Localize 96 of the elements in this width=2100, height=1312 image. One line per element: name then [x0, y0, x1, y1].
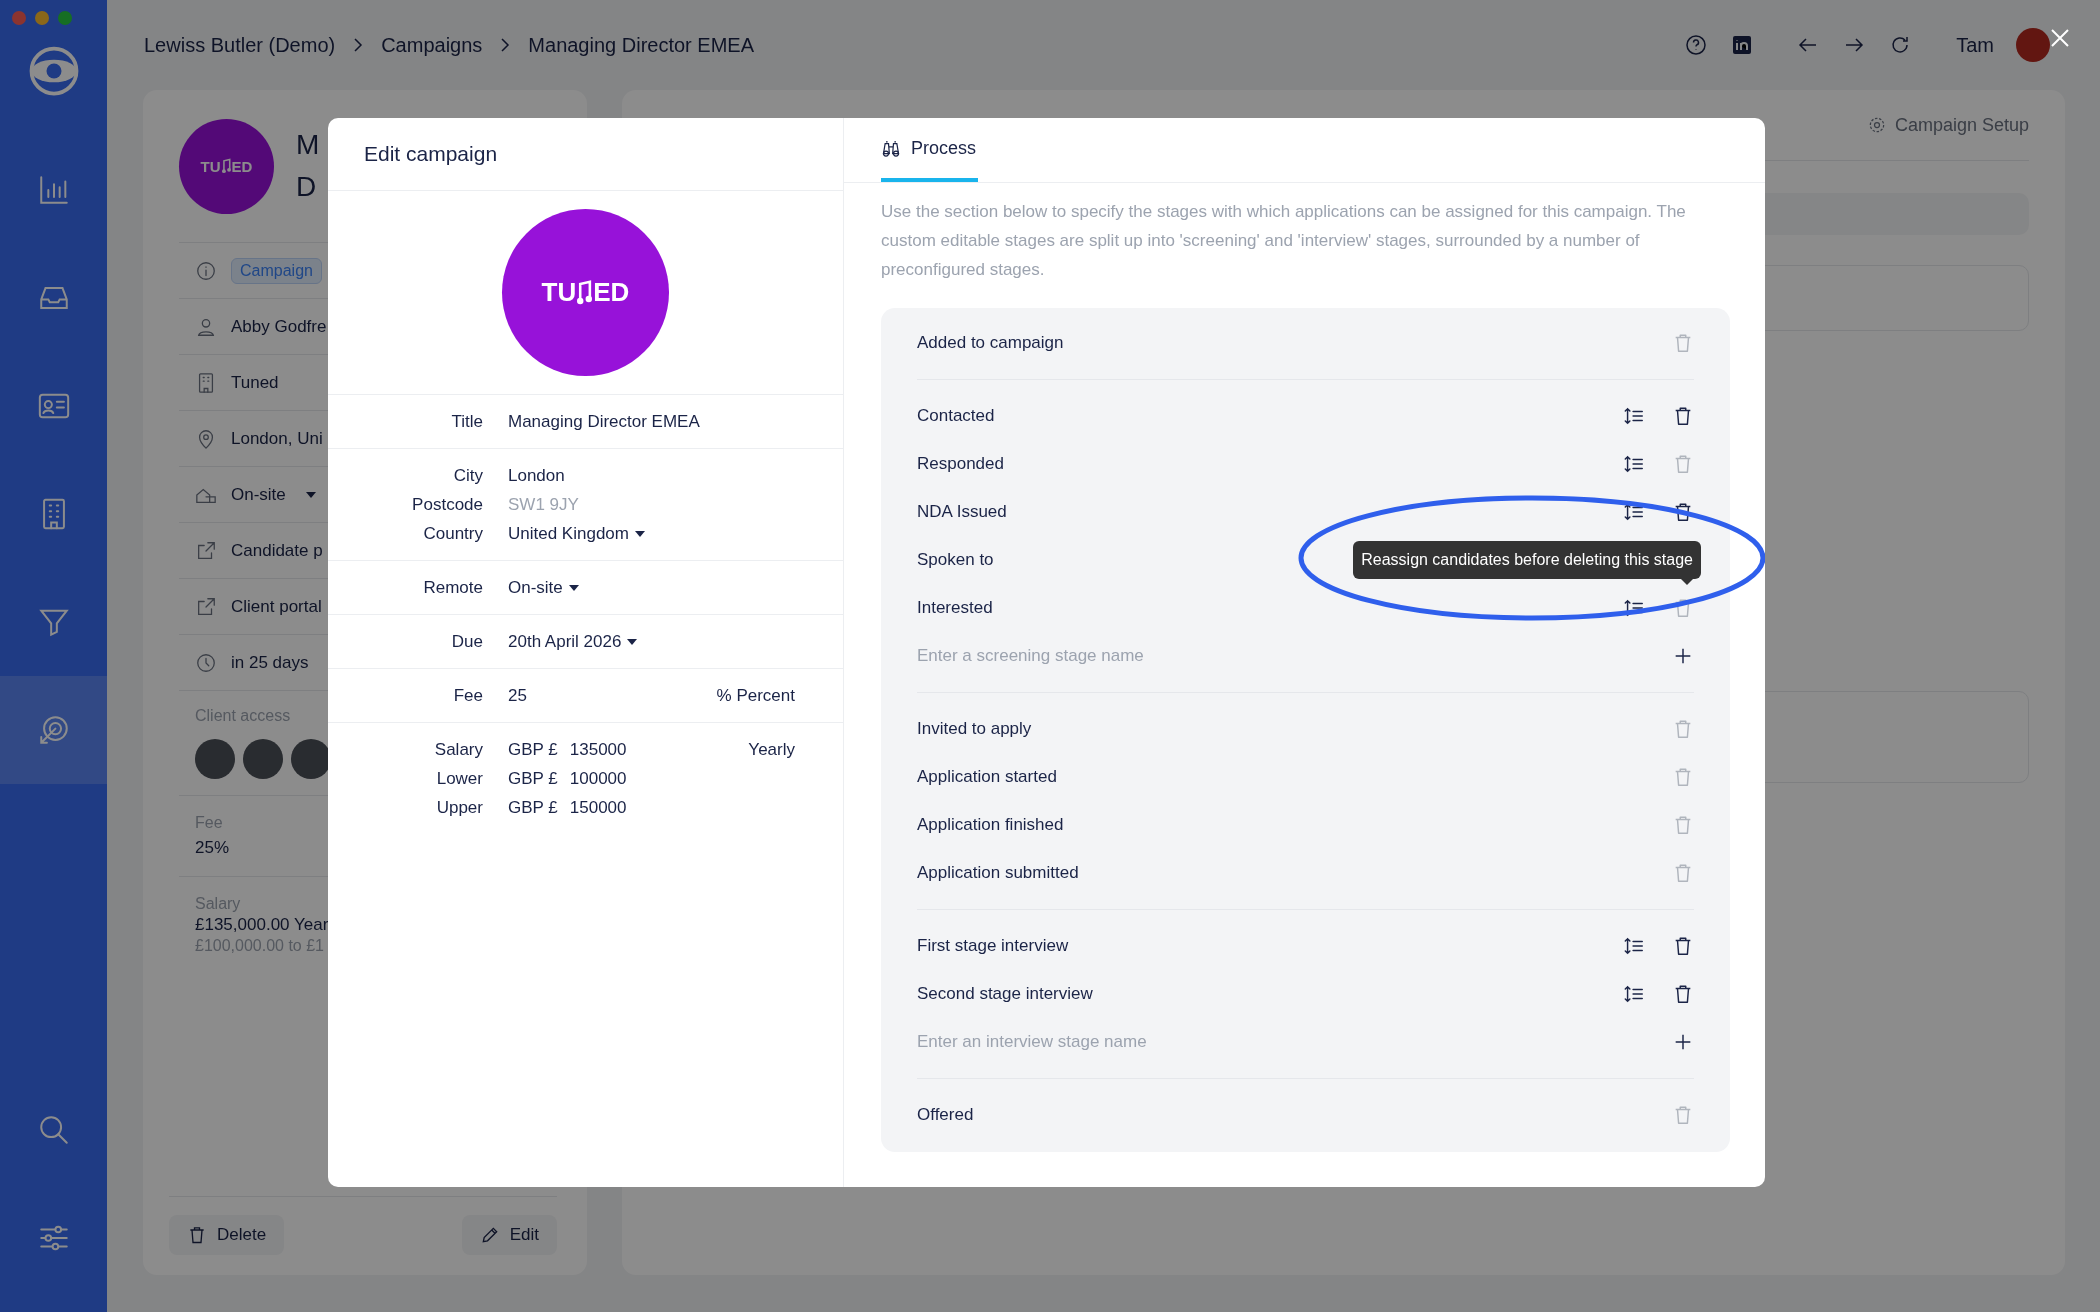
stage-name: Application finished	[917, 815, 1064, 835]
caret-icon	[568, 584, 579, 591]
trash-icon	[187, 1225, 207, 1245]
field-label: Country	[422, 523, 483, 544]
reorder-icon[interactable]	[1623, 935, 1645, 957]
field-value[interactable]: 100000	[569, 768, 627, 789]
chevron-right-icon	[500, 37, 511, 53]
field-value[interactable]: Managing Director EMEA	[508, 411, 700, 432]
campaign-title: M	[296, 128, 320, 162]
stage-name: Responded	[917, 454, 1004, 474]
description-text: Use the section below to specify the stages with which applications can be assigned for this campaign. The custom editable stages are split up into 'screening' and 'interview' stages, surrounded by a number of preconfigured stages.	[881, 201, 1687, 281]
stage-name: Contacted	[917, 406, 995, 426]
window-close-dot[interactable]	[12, 11, 26, 25]
stage-name: First stage interview	[917, 936, 1069, 956]
info-icon	[195, 259, 217, 282]
detail-text: London, Uni	[231, 428, 323, 449]
unit-selector[interactable]: Yearly	[748, 739, 795, 760]
edit-button[interactable]: Edit	[461, 1215, 557, 1255]
field-label: Upper	[435, 797, 483, 818]
reorder-icon[interactable]	[1623, 405, 1645, 427]
stage-name: Second stage interview	[917, 984, 1093, 1004]
help-icon[interactable]	[1684, 33, 1709, 57]
field-label: Remote	[422, 577, 483, 598]
dropdown[interactable]: 20th April 2026	[508, 631, 638, 652]
logo-text: ED	[593, 277, 630, 308]
detail-text: Abby Godfre	[231, 316, 327, 337]
tab[interactable]: Process	[881, 118, 979, 182]
field-value[interactable]: 150000	[569, 797, 627, 818]
stage-name: Added to campaign	[917, 333, 1064, 353]
field-label: Postcode	[411, 494, 483, 515]
detail-text: Client portal	[231, 596, 322, 617]
detail-text: Tuned	[231, 372, 279, 393]
stage-name: NDA Issued	[917, 502, 1007, 522]
breadcrumb-link[interactable]: Campaigns	[381, 33, 483, 57]
dropdown[interactable]: United Kingdom	[508, 523, 645, 544]
field-value[interactable]: 135000	[569, 739, 627, 760]
stage-name-input[interactable]: Enter an interview stage name	[917, 1032, 1317, 1052]
breadcrumb-link[interactable]: Managing Director EMEA	[528, 33, 754, 57]
stage-name: Invited to apply	[917, 719, 1032, 739]
field-label: Fee	[452, 685, 483, 706]
reorder-icon[interactable]	[1623, 597, 1645, 619]
sidebar-item[interactable]	[0, 676, 107, 784]
caret-icon	[634, 530, 645, 537]
dialog-title: Edit campaign	[364, 142, 498, 166]
stage-name-input[interactable]: Enter a screening stage name	[917, 646, 1317, 666]
dropdown[interactable]: On-site	[508, 577, 579, 598]
music-note-icon	[221, 158, 231, 174]
field-value: 25%	[195, 838, 231, 858]
currency-selector[interactable]: GBP £	[508, 739, 558, 760]
field-value[interactable]: 25	[508, 685, 527, 706]
campaign-title: D	[296, 170, 318, 204]
window-minimize-dot[interactable]	[35, 11, 49, 25]
unit-selector[interactable]: % Percent	[716, 685, 795, 706]
currency-selector[interactable]: GBP £	[508, 768, 558, 789]
field-label: Salary	[433, 739, 483, 760]
avatar-circle	[291, 739, 331, 779]
stage-name: Spoken to	[917, 550, 994, 570]
eye-logo-icon	[28, 46, 79, 96]
delete-button[interactable]: Delete	[169, 1215, 285, 1255]
external-link-icon	[195, 539, 217, 562]
stage-name: Application submitted	[917, 863, 1079, 883]
close-icon[interactable]	[2050, 28, 2070, 48]
detail-text: Candidate p	[231, 540, 323, 561]
field-label: City	[452, 465, 483, 486]
avatar-circle[interactable]	[2016, 28, 2050, 62]
external-link-icon	[195, 595, 217, 618]
field-value: £135,000.00 Year	[195, 915, 330, 934]
avatar-circle	[243, 739, 283, 779]
field-label: Title	[450, 411, 483, 432]
detail-text: in 25 days	[231, 652, 309, 673]
stage-name: Application started	[917, 767, 1057, 787]
breadcrumb-link[interactable]: Lewiss Butler (Demo)	[144, 33, 336, 57]
field-label: Lower	[435, 768, 483, 789]
clock-icon	[195, 651, 217, 674]
binoculars-icon	[881, 139, 901, 157]
user-name: Tam	[1956, 33, 1994, 57]
detail-text: On-site	[231, 484, 286, 505]
music-note-icon	[577, 279, 593, 306]
tooltip-arrow	[1681, 579, 1693, 585]
pencil-icon	[479, 1225, 500, 1245]
chevron-right-icon	[353, 37, 364, 53]
stage-name: Interested	[917, 598, 993, 618]
logo-text: ED	[231, 157, 253, 175]
currency-selector[interactable]: GBP £	[508, 797, 558, 818]
logo-text: TU	[541, 277, 577, 308]
field-label: Due	[450, 631, 483, 652]
avatar-circle	[195, 739, 235, 779]
caret-icon	[627, 638, 638, 645]
window-zoom-dot[interactable]	[58, 11, 72, 25]
logo-text: TU	[200, 157, 221, 175]
reorder-icon[interactable]	[1623, 453, 1645, 475]
stage-name: Offered	[917, 1105, 974, 1125]
field-value[interactable]: London	[508, 465, 565, 486]
caret-icon[interactable]	[305, 491, 316, 498]
reorder-icon[interactable]	[1623, 983, 1645, 1005]
status-badge: Campaign	[231, 257, 322, 284]
